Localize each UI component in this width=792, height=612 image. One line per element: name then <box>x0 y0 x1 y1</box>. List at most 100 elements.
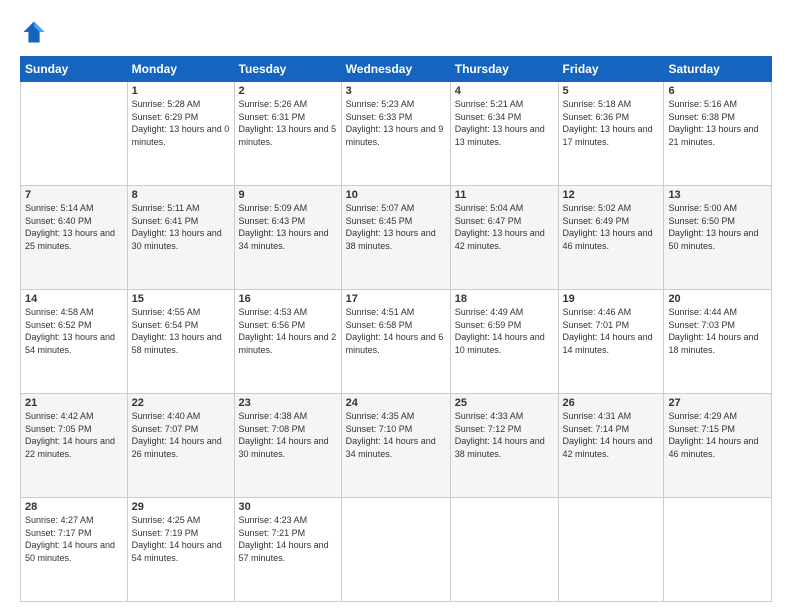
day-number: 29 <box>132 501 230 513</box>
day-info: Sunrise: 4:46 AMSunset: 7:01 PMDaylight:… <box>563 306 660 356</box>
day-cell <box>341 498 450 602</box>
day-info: Sunrise: 4:33 AMSunset: 7:12 PMDaylight:… <box>455 410 554 460</box>
day-info: Sunrise: 4:31 AMSunset: 7:14 PMDaylight:… <box>563 410 660 460</box>
week-row-3: 21Sunrise: 4:42 AMSunset: 7:05 PMDayligh… <box>21 394 772 498</box>
weekday-header-saturday: Saturday <box>664 57 772 82</box>
page: SundayMondayTuesdayWednesdayThursdayFrid… <box>0 0 792 612</box>
weekday-header-row: SundayMondayTuesdayWednesdayThursdayFrid… <box>21 57 772 82</box>
day-cell: 1Sunrise: 5:28 AMSunset: 6:29 PMDaylight… <box>127 82 234 186</box>
day-cell <box>664 498 772 602</box>
day-number: 25 <box>455 397 554 409</box>
day-info: Sunrise: 4:51 AMSunset: 6:58 PMDaylight:… <box>346 306 446 356</box>
day-cell: 9Sunrise: 5:09 AMSunset: 6:43 PMDaylight… <box>234 186 341 290</box>
day-number: 17 <box>346 293 446 305</box>
day-info: Sunrise: 5:07 AMSunset: 6:45 PMDaylight:… <box>346 202 446 252</box>
day-info: Sunrise: 4:38 AMSunset: 7:08 PMDaylight:… <box>239 410 337 460</box>
day-number: 22 <box>132 397 230 409</box>
day-cell: 6Sunrise: 5:16 AMSunset: 6:38 PMDaylight… <box>664 82 772 186</box>
day-cell: 3Sunrise: 5:23 AMSunset: 6:33 PMDaylight… <box>341 82 450 186</box>
day-cell: 30Sunrise: 4:23 AMSunset: 7:21 PMDayligh… <box>234 498 341 602</box>
logo <box>20 18 52 46</box>
day-info: Sunrise: 4:58 AMSunset: 6:52 PMDaylight:… <box>25 306 123 356</box>
day-cell: 18Sunrise: 4:49 AMSunset: 6:59 PMDayligh… <box>450 290 558 394</box>
day-cell: 2Sunrise: 5:26 AMSunset: 6:31 PMDaylight… <box>234 82 341 186</box>
day-number: 16 <box>239 293 337 305</box>
day-cell: 22Sunrise: 4:40 AMSunset: 7:07 PMDayligh… <box>127 394 234 498</box>
day-number: 19 <box>563 293 660 305</box>
day-cell <box>450 498 558 602</box>
day-number: 15 <box>132 293 230 305</box>
day-number: 24 <box>346 397 446 409</box>
day-number: 21 <box>25 397 123 409</box>
day-number: 3 <box>346 85 446 97</box>
day-cell: 28Sunrise: 4:27 AMSunset: 7:17 PMDayligh… <box>21 498 128 602</box>
day-number: 30 <box>239 501 337 513</box>
day-cell: 27Sunrise: 4:29 AMSunset: 7:15 PMDayligh… <box>664 394 772 498</box>
day-info: Sunrise: 5:14 AMSunset: 6:40 PMDaylight:… <box>25 202 123 252</box>
weekday-header-sunday: Sunday <box>21 57 128 82</box>
day-number: 14 <box>25 293 123 305</box>
day-info: Sunrise: 5:11 AMSunset: 6:41 PMDaylight:… <box>132 202 230 252</box>
day-number: 10 <box>346 189 446 201</box>
day-cell: 11Sunrise: 5:04 AMSunset: 6:47 PMDayligh… <box>450 186 558 290</box>
header <box>20 18 772 46</box>
day-number: 26 <box>563 397 660 409</box>
day-cell: 12Sunrise: 5:02 AMSunset: 6:49 PMDayligh… <box>558 186 664 290</box>
day-info: Sunrise: 5:04 AMSunset: 6:47 PMDaylight:… <box>455 202 554 252</box>
day-cell: 14Sunrise: 4:58 AMSunset: 6:52 PMDayligh… <box>21 290 128 394</box>
day-number: 4 <box>455 85 554 97</box>
day-info: Sunrise: 5:16 AMSunset: 6:38 PMDaylight:… <box>668 98 767 148</box>
day-info: Sunrise: 4:27 AMSunset: 7:17 PMDaylight:… <box>25 514 123 564</box>
day-number: 13 <box>668 189 767 201</box>
day-cell: 4Sunrise: 5:21 AMSunset: 6:34 PMDaylight… <box>450 82 558 186</box>
day-cell <box>558 498 664 602</box>
day-cell: 17Sunrise: 4:51 AMSunset: 6:58 PMDayligh… <box>341 290 450 394</box>
day-cell: 8Sunrise: 5:11 AMSunset: 6:41 PMDaylight… <box>127 186 234 290</box>
day-number: 20 <box>668 293 767 305</box>
day-info: Sunrise: 4:23 AMSunset: 7:21 PMDaylight:… <box>239 514 337 564</box>
day-number: 7 <box>25 189 123 201</box>
weekday-header-wednesday: Wednesday <box>341 57 450 82</box>
day-info: Sunrise: 4:29 AMSunset: 7:15 PMDaylight:… <box>668 410 767 460</box>
day-info: Sunrise: 5:26 AMSunset: 6:31 PMDaylight:… <box>239 98 337 148</box>
day-number: 12 <box>563 189 660 201</box>
day-info: Sunrise: 4:44 AMSunset: 7:03 PMDaylight:… <box>668 306 767 356</box>
day-number: 5 <box>563 85 660 97</box>
day-number: 8 <box>132 189 230 201</box>
day-cell: 20Sunrise: 4:44 AMSunset: 7:03 PMDayligh… <box>664 290 772 394</box>
day-number: 9 <box>239 189 337 201</box>
day-cell: 25Sunrise: 4:33 AMSunset: 7:12 PMDayligh… <box>450 394 558 498</box>
day-info: Sunrise: 5:02 AMSunset: 6:49 PMDaylight:… <box>563 202 660 252</box>
day-number: 6 <box>668 85 767 97</box>
day-cell: 15Sunrise: 4:55 AMSunset: 6:54 PMDayligh… <box>127 290 234 394</box>
weekday-header-thursday: Thursday <box>450 57 558 82</box>
day-info: Sunrise: 5:23 AMSunset: 6:33 PMDaylight:… <box>346 98 446 148</box>
calendar-table: SundayMondayTuesdayWednesdayThursdayFrid… <box>20 56 772 602</box>
day-info: Sunrise: 4:35 AMSunset: 7:10 PMDaylight:… <box>346 410 446 460</box>
day-number: 28 <box>25 501 123 513</box>
day-info: Sunrise: 4:55 AMSunset: 6:54 PMDaylight:… <box>132 306 230 356</box>
week-row-0: 1Sunrise: 5:28 AMSunset: 6:29 PMDaylight… <box>21 82 772 186</box>
day-cell: 21Sunrise: 4:42 AMSunset: 7:05 PMDayligh… <box>21 394 128 498</box>
day-cell: 23Sunrise: 4:38 AMSunset: 7:08 PMDayligh… <box>234 394 341 498</box>
day-cell: 29Sunrise: 4:25 AMSunset: 7:19 PMDayligh… <box>127 498 234 602</box>
day-info: Sunrise: 5:00 AMSunset: 6:50 PMDaylight:… <box>668 202 767 252</box>
day-cell: 5Sunrise: 5:18 AMSunset: 6:36 PMDaylight… <box>558 82 664 186</box>
weekday-header-tuesday: Tuesday <box>234 57 341 82</box>
weekday-header-friday: Friday <box>558 57 664 82</box>
day-cell: 13Sunrise: 5:00 AMSunset: 6:50 PMDayligh… <box>664 186 772 290</box>
day-info: Sunrise: 4:42 AMSunset: 7:05 PMDaylight:… <box>25 410 123 460</box>
day-number: 2 <box>239 85 337 97</box>
day-cell: 10Sunrise: 5:07 AMSunset: 6:45 PMDayligh… <box>341 186 450 290</box>
day-number: 11 <box>455 189 554 201</box>
weekday-header-monday: Monday <box>127 57 234 82</box>
day-number: 1 <box>132 85 230 97</box>
day-number: 18 <box>455 293 554 305</box>
day-info: Sunrise: 4:49 AMSunset: 6:59 PMDaylight:… <box>455 306 554 356</box>
day-cell: 7Sunrise: 5:14 AMSunset: 6:40 PMDaylight… <box>21 186 128 290</box>
day-info: Sunrise: 5:09 AMSunset: 6:43 PMDaylight:… <box>239 202 337 252</box>
day-info: Sunrise: 4:53 AMSunset: 6:56 PMDaylight:… <box>239 306 337 356</box>
day-info: Sunrise: 4:40 AMSunset: 7:07 PMDaylight:… <box>132 410 230 460</box>
day-info: Sunrise: 5:18 AMSunset: 6:36 PMDaylight:… <box>563 98 660 148</box>
day-info: Sunrise: 4:25 AMSunset: 7:19 PMDaylight:… <box>132 514 230 564</box>
